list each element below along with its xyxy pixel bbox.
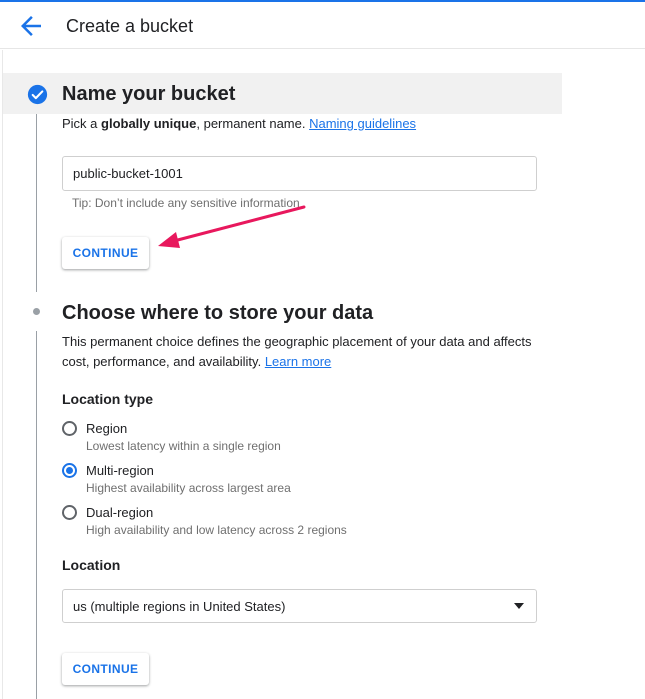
radio-description: Highest availability across largest area [86,481,291,495]
radio-label: Region [86,421,128,436]
radio-region[interactable]: Region Lowest latency within a single re… [61,420,461,458]
left-divider [2,50,3,699]
radio-button[interactable] [62,505,77,520]
desc-prefix: Pick a [62,116,102,131]
caret-down-icon [514,603,524,609]
location-label: Location [62,557,121,573]
step-connector-line [36,114,37,292]
radio-description: Lowest latency within a single region [86,439,281,453]
location-select-value: us (multiple regions in United States) [73,599,286,614]
desc-suffix: , permanent name. [196,116,310,131]
location-type-label: Location type [62,391,154,407]
step2-title: Choose where to store your data [62,302,374,324]
step1-description: Pick a globally unique, permanent name. … [62,114,416,134]
learn-more-link[interactable]: Learn more [265,354,331,369]
arrow-back-icon[interactable] [16,11,46,41]
radio-dual-region[interactable]: Dual-region High availability and low la… [61,504,461,542]
bucket-name-hint: Tip: Don’t include any sensitive informa… [72,196,300,210]
step1-title: Name your bucket [62,83,236,105]
page-header: Create a bucket [0,2,645,49]
radio-description: High availability and low latency across… [86,523,347,537]
radio-button-selected[interactable] [62,463,77,478]
continue-button-step2[interactable]: CONTINUE [62,653,149,685]
naming-guidelines-link[interactable]: Naming guidelines [309,116,416,131]
check-circle-icon [27,84,48,105]
step-connector-line [36,331,37,699]
desc-bold: globally unique [101,116,197,131]
radio-label: Multi-region [86,463,154,478]
step2-description: This permanent choice defines the geogra… [62,332,542,372]
create-bucket-page: Create a bucket Name your bucket Pick a … [0,0,645,699]
radio-label: Dual-region [86,505,154,520]
page-title: Create a bucket [66,16,194,36]
bucket-name-input[interactable] [62,156,537,191]
continue-button-step1[interactable]: CONTINUE [62,237,149,269]
radio-multi-region[interactable]: Multi-region Highest availability across… [61,462,461,500]
location-select[interactable]: us (multiple regions in United States) [62,589,537,623]
step2-dot [33,308,40,315]
radio-button[interactable] [62,421,77,436]
